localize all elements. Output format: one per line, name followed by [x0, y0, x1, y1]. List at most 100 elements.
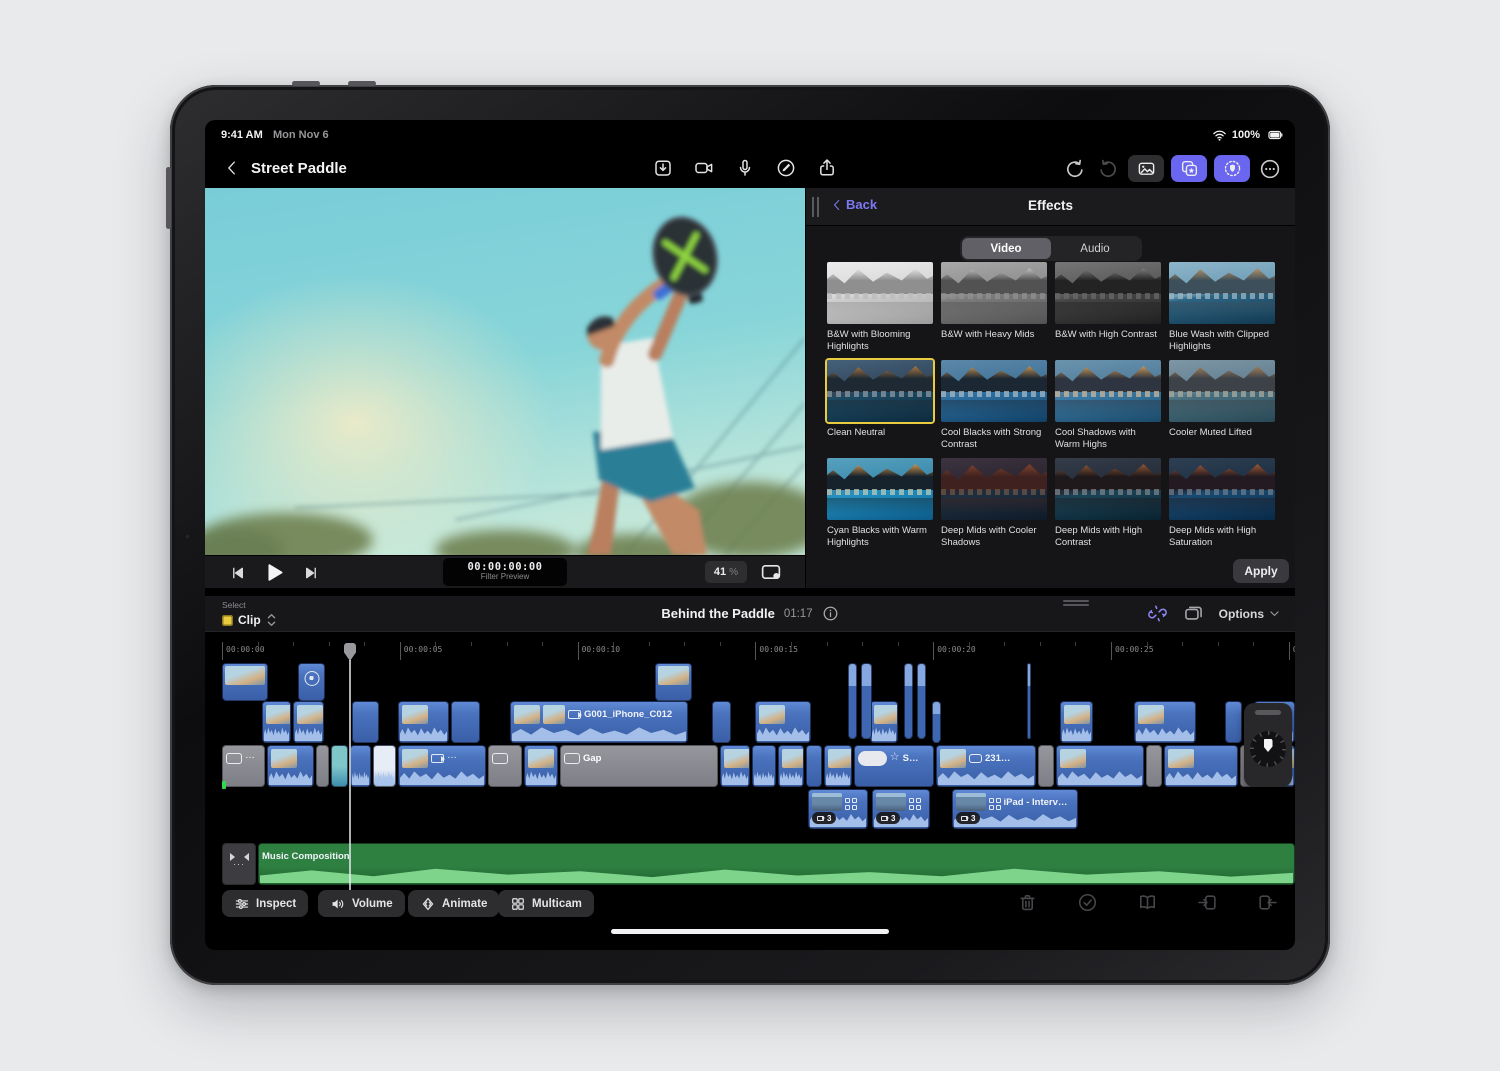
- back-button[interactable]: Back: [830, 197, 877, 212]
- toolbar-camera-button[interactable]: [694, 158, 714, 178]
- timeline-clip[interactable]: [712, 701, 731, 743]
- timeline-clip[interactable]: [1027, 663, 1031, 739]
- side-button[interactable]: [166, 167, 171, 229]
- effect-item[interactable]: Cooler Muted Lifted: [1169, 360, 1275, 452]
- play-button[interactable]: [263, 561, 286, 584]
- timeline-clip[interactable]: [352, 701, 379, 743]
- effect-thumbnail[interactable]: [1055, 360, 1161, 422]
- effect-thumbnail[interactable]: [1055, 458, 1161, 520]
- effect-thumbnail[interactable]: [827, 262, 933, 324]
- timeline-clip[interactable]: [1164, 745, 1238, 787]
- timeline-clip[interactable]: iPad - Interv…3: [952, 789, 1078, 829]
- effect-item[interactable]: Deep Mids with High Saturation: [1169, 458, 1275, 550]
- skip-forward-button[interactable]: [302, 564, 320, 582]
- timecode-display[interactable]: 00:00:00:00 Filter Preview: [443, 558, 567, 586]
- timeline-clip[interactable]: [1134, 701, 1196, 743]
- timeline-clip[interactable]: [1038, 745, 1054, 787]
- display-options-button[interactable]: [758, 561, 784, 583]
- effect-thumbnail[interactable]: [1169, 458, 1275, 520]
- timeline-clip[interactable]: [262, 701, 291, 743]
- timeline-clip[interactable]: [752, 745, 776, 787]
- playhead[interactable]: [344, 643, 356, 890]
- timeline-clip[interactable]: [398, 701, 449, 743]
- toolbar-inspect-button[interactable]: Inspect: [222, 890, 308, 917]
- top-button[interactable]: [292, 81, 320, 86]
- video-preview[interactable]: [205, 188, 805, 555]
- timeline-clip[interactable]: ☆S…: [854, 745, 934, 787]
- effect-item[interactable]: Cool Blacks with Strong Contrast: [941, 360, 1047, 452]
- timeline-clip[interactable]: [222, 663, 268, 701]
- timeline-clip[interactable]: [917, 663, 926, 739]
- toolbar-mic-button[interactable]: [735, 158, 755, 178]
- effect-item[interactable]: Deep Mids with High Contrast: [1055, 458, 1161, 550]
- timeline-clip[interactable]: G001_iPhone_C012: [510, 701, 688, 743]
- timeline-clip[interactable]: [904, 663, 913, 739]
- home-indicator[interactable]: [611, 929, 889, 934]
- toolbar-animate-button[interactable]: Animate: [408, 890, 499, 917]
- timeline-clip[interactable]: [1060, 701, 1093, 743]
- timeline-ruler[interactable]: 00:00:0000:00:0500:00:1000:00:1500:00:20…: [222, 642, 1295, 662]
- skip-back-button[interactable]: [229, 564, 247, 582]
- effect-item[interactable]: Deep Mids with Cooler Shadows: [941, 458, 1047, 550]
- info-icon[interactable]: [822, 605, 839, 622]
- timeline-clip[interactable]: ···: [222, 843, 256, 885]
- tab-audio[interactable]: Audio: [1051, 238, 1140, 259]
- timeline-clip[interactable]: [824, 745, 852, 787]
- toolbar-effects-button[interactable]: [1171, 155, 1207, 182]
- effect-thumbnail[interactable]: [827, 360, 933, 422]
- timeline-clip[interactable]: [861, 663, 872, 739]
- toolbar-volume-button[interactable]: Volume: [318, 890, 405, 917]
- timeline-clip[interactable]: Gap: [560, 745, 718, 787]
- unlink-icon[interactable]: [1147, 603, 1168, 624]
- toolbar-share-button[interactable]: [817, 158, 837, 178]
- timeline-clip[interactable]: [932, 701, 941, 743]
- toolbar-media-button[interactable]: [1128, 155, 1164, 182]
- timeline-clip[interactable]: [524, 745, 558, 787]
- timeline-clip[interactable]: [488, 745, 522, 787]
- effect-thumbnail[interactable]: [1169, 262, 1275, 324]
- timeline-clip[interactable]: …: [398, 745, 486, 787]
- effect-item[interactable]: Clean Neutral: [827, 360, 933, 452]
- timeline-clip[interactable]: [848, 663, 857, 739]
- toolbar-more-button[interactable]: [1257, 156, 1283, 182]
- effect-item[interactable]: B&W with Blooming Highlights: [827, 262, 933, 354]
- toolbar-pencil-button[interactable]: [776, 158, 796, 178]
- jog-handle[interactable]: [1255, 710, 1281, 715]
- effect-item[interactable]: Blue Wash with Clipped Highlights: [1169, 262, 1275, 354]
- effect-item[interactable]: B&W with High Contrast: [1055, 262, 1161, 354]
- timeline-clip[interactable]: 3: [808, 789, 868, 829]
- zoom-level-control[interactable]: 41 %: [705, 561, 747, 583]
- effect-thumbnail[interactable]: [827, 458, 933, 520]
- toolbar-undo-button[interactable]: [1062, 156, 1088, 182]
- toolbar-multicam-button[interactable]: Multicam: [498, 890, 594, 917]
- effect-item[interactable]: Cool Shadows with Warm Highs: [1055, 360, 1161, 452]
- timeline-clip[interactable]: [298, 663, 325, 701]
- timeline-clip[interactable]: 231…: [936, 745, 1036, 787]
- effect-thumbnail[interactable]: [941, 360, 1047, 422]
- timeline-clip[interactable]: [1056, 745, 1144, 787]
- timeline-clip[interactable]: [755, 701, 811, 743]
- timeline-clip[interactable]: [870, 701, 898, 743]
- timeline-clip[interactable]: [316, 745, 329, 787]
- timeline-clip[interactable]: [806, 745, 822, 787]
- effect-thumbnail[interactable]: [941, 458, 1047, 520]
- jog-wheel[interactable]: [1244, 703, 1292, 787]
- toolbar-import-button[interactable]: [653, 158, 673, 178]
- timeline-clip[interactable]: Music Composition: [258, 843, 1295, 885]
- timeline-clip[interactable]: …: [222, 745, 265, 787]
- effect-item[interactable]: Cyan Blacks with Warm Highlights: [827, 458, 933, 550]
- timeline-clip[interactable]: 3: [872, 789, 930, 829]
- toolbar-adjust-button[interactable]: [1214, 155, 1250, 182]
- timeline-clip[interactable]: [778, 745, 804, 787]
- timeline-clip[interactable]: [655, 663, 692, 701]
- overlay-icon[interactable]: [1183, 603, 1204, 624]
- effect-thumbnail[interactable]: [1169, 360, 1275, 422]
- timeline-clip[interactable]: [373, 745, 396, 787]
- timeline-clip[interactable]: [293, 701, 324, 743]
- playhead-pin[interactable]: [344, 643, 356, 661]
- effect-thumbnail[interactable]: [1055, 262, 1161, 324]
- timeline-clip[interactable]: [1146, 745, 1162, 787]
- timeline-clip[interactable]: [720, 745, 750, 787]
- effect-thumbnail[interactable]: [941, 262, 1047, 324]
- timeline-clip[interactable]: [451, 701, 480, 743]
